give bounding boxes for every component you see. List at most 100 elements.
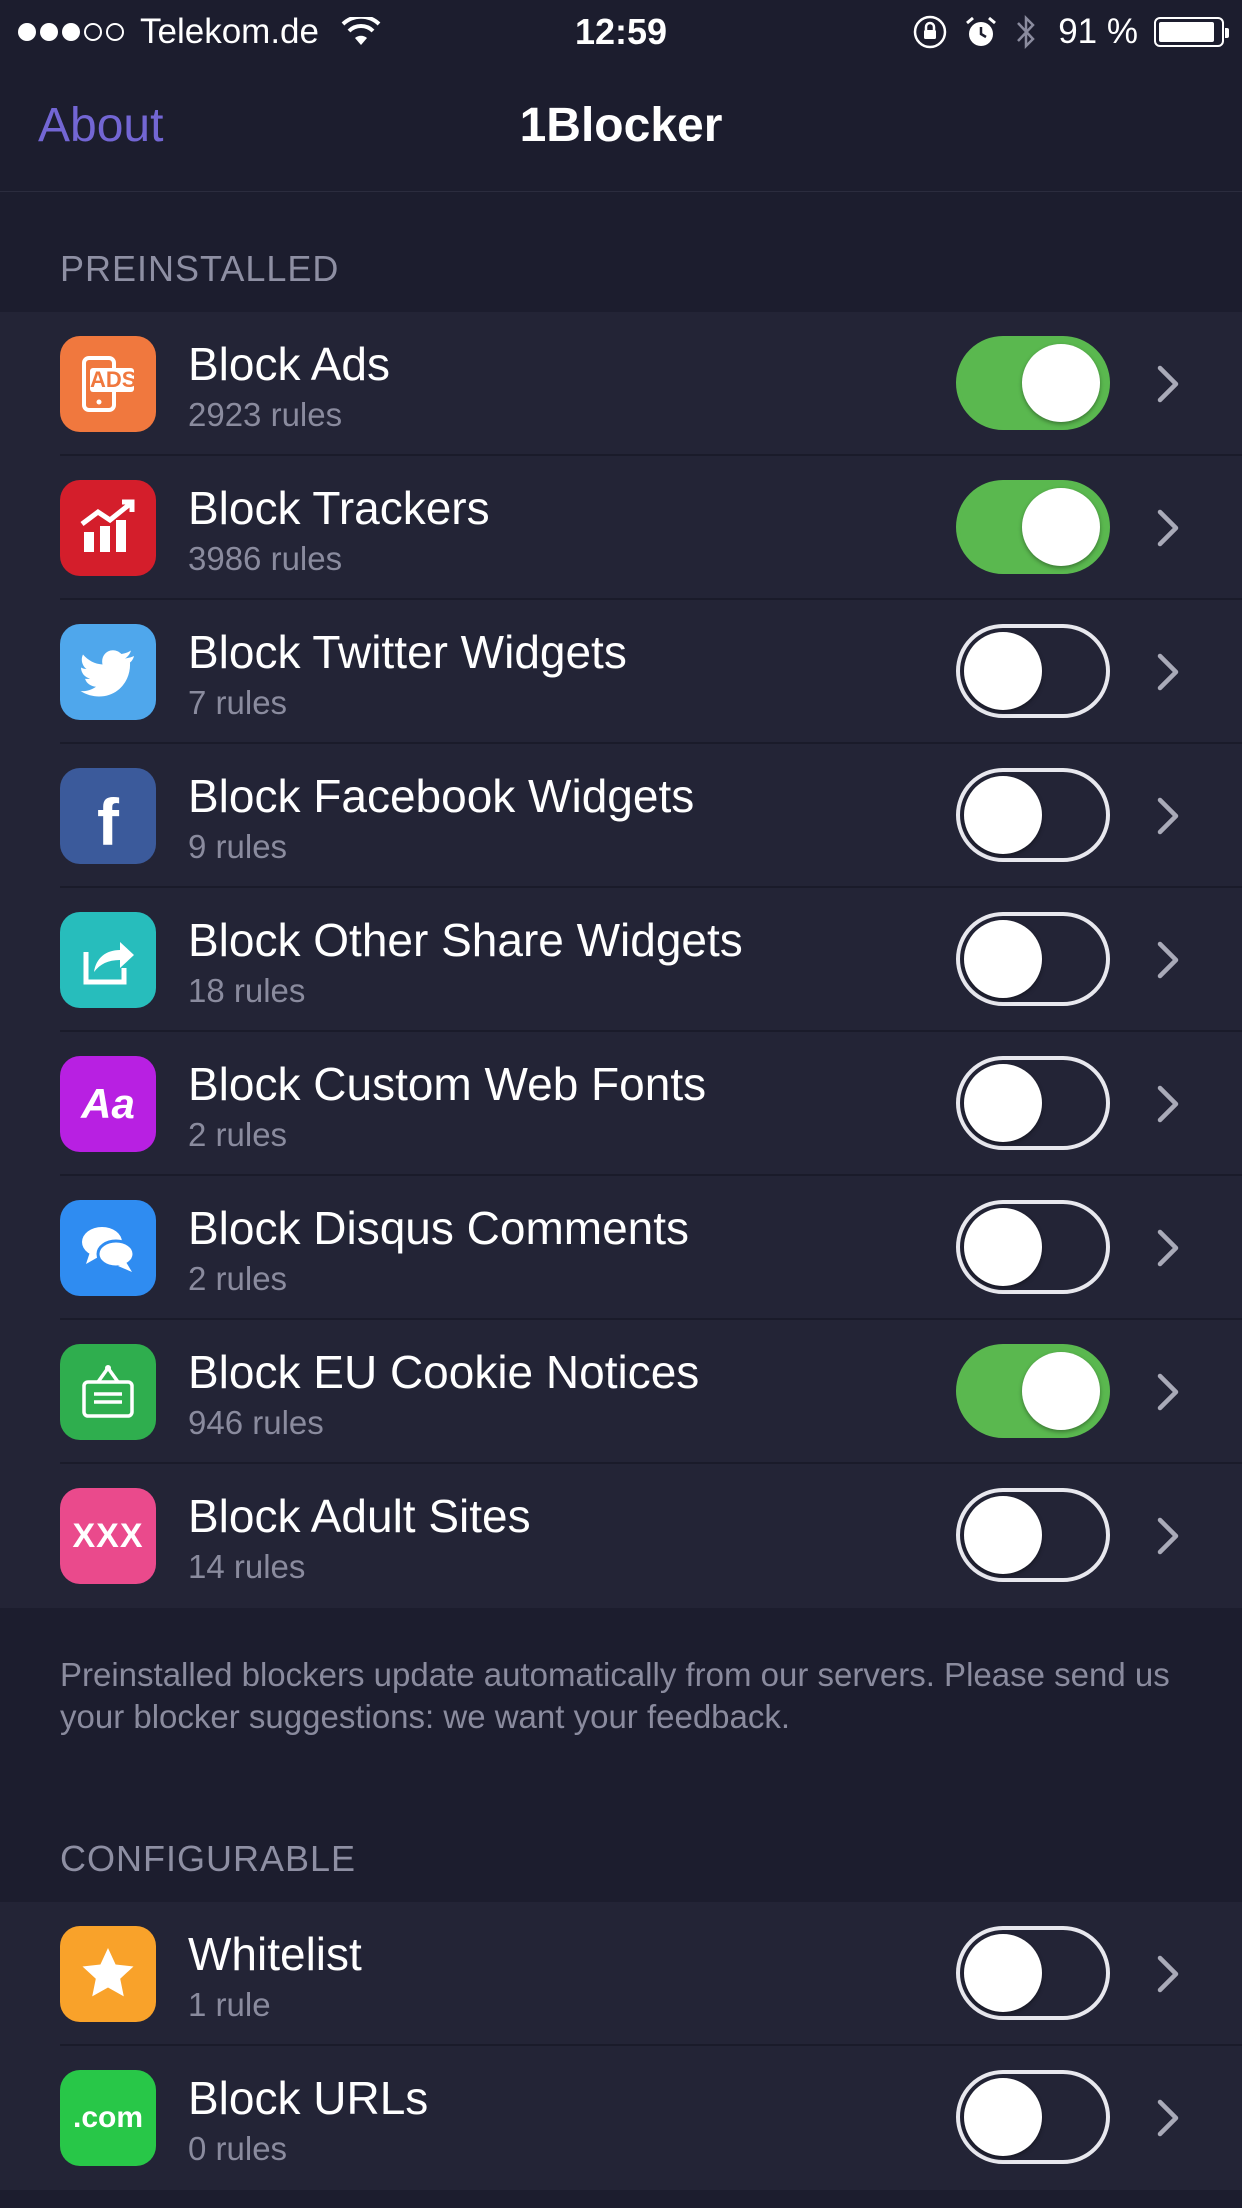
rule-count: 7 rules xyxy=(188,684,288,721)
blocker-title: Block EU Cookie Notices xyxy=(188,1346,700,1398)
share-icon xyxy=(60,912,156,1008)
enable-toggle[interactable] xyxy=(956,1200,1110,1294)
icon-label: .com xyxy=(72,2101,144,2134)
blocker-title: Block URLs xyxy=(188,2072,429,2124)
enable-toggle[interactable] xyxy=(956,480,1110,574)
blocker-row[interactable]: Block Other Share Widgets 18 rules xyxy=(0,888,1242,1032)
blocker-title: Block Facebook Widgets xyxy=(188,770,695,822)
toggle-knob xyxy=(964,1064,1042,1142)
toggle-knob xyxy=(964,632,1042,710)
blocker-row[interactable]: .com Block URLs 0 rules xyxy=(0,2046,1242,2190)
chevron-right-icon[interactable] xyxy=(1154,650,1184,694)
blocker-row[interactable]: Block Disqus Comments 2 rules xyxy=(0,1176,1242,1320)
icon-label: f xyxy=(97,785,119,859)
enable-toggle[interactable] xyxy=(956,336,1110,430)
toggle-knob xyxy=(1022,1352,1100,1430)
signal-dot-empty xyxy=(106,23,124,41)
chevron-right-icon[interactable] xyxy=(1154,1226,1184,1270)
status-bar: Telekom.de 12:59 91 % xyxy=(0,0,1242,64)
row-text: Block Adult Sites 14 rules xyxy=(188,1490,531,1590)
icon-label: Aa xyxy=(81,1080,135,1127)
rule-count: 2 rules xyxy=(188,1260,288,1297)
chevron-right-icon[interactable] xyxy=(1154,938,1184,982)
enable-toggle[interactable] xyxy=(956,624,1110,718)
blocker-row[interactable]: Block Twitter Widgets 7 rules xyxy=(0,600,1242,744)
star-icon xyxy=(60,1926,156,2022)
battery-percent: 91 % xyxy=(1058,12,1138,51)
chevron-right-icon[interactable] xyxy=(1154,1370,1184,1414)
adult-icon: XXX xyxy=(60,1488,156,1584)
battery-icon xyxy=(1154,17,1229,47)
comments-icon xyxy=(60,1200,156,1296)
chevron-right-icon[interactable] xyxy=(1154,794,1184,838)
row-text: Block Twitter Widgets 7 rules xyxy=(188,626,627,726)
chevron-right-icon[interactable] xyxy=(1154,1082,1184,1126)
facebook-icon: f xyxy=(60,768,156,864)
rule-count: 14 rules xyxy=(188,1548,306,1585)
blocker-row[interactable]: Block EU Cookie Notices 946 rules xyxy=(0,1320,1242,1464)
chevron-right-icon[interactable] xyxy=(1154,2096,1184,2140)
status-left: Telekom.de xyxy=(18,12,381,52)
toggle-knob xyxy=(964,1934,1042,2012)
row-text: Block Trackers 3986 rules xyxy=(188,482,490,582)
toggle-knob xyxy=(1022,344,1100,422)
blocker-title: Whitelist xyxy=(188,1928,362,1980)
enable-toggle[interactable] xyxy=(956,768,1110,862)
navigation-bar: About 1Blocker xyxy=(0,64,1242,192)
cookie-sign-icon xyxy=(60,1344,156,1440)
enable-toggle[interactable] xyxy=(956,1488,1110,1582)
rotation-lock-icon xyxy=(913,15,947,49)
blocker-row[interactable]: XXX Block Adult Sites 14 rules xyxy=(0,1464,1242,1608)
chevron-right-icon[interactable] xyxy=(1154,1952,1184,1996)
twitter-bird-icon xyxy=(60,624,156,720)
blocker-row[interactable]: ADS Block Ads 2923 rules xyxy=(0,312,1242,456)
icon-label: ADS xyxy=(90,367,137,392)
toggle-knob xyxy=(1022,488,1100,566)
icon-label: XXX xyxy=(72,1516,144,1555)
rule-count: 1 rule xyxy=(188,1986,271,2023)
row-text: Block Other Share Widgets 18 rules xyxy=(188,914,743,1014)
ads-icon: ADS xyxy=(60,336,156,432)
signal-dot xyxy=(40,23,58,41)
enable-toggle[interactable] xyxy=(956,1056,1110,1150)
rule-count: 2 rules xyxy=(188,1116,288,1153)
rule-count: 18 rules xyxy=(188,972,306,1009)
enable-toggle[interactable] xyxy=(956,1344,1110,1438)
rule-count: 946 rules xyxy=(188,1404,324,1441)
dotcom-icon: .com xyxy=(60,2070,156,2166)
signal-dot xyxy=(18,23,36,41)
chevron-right-icon[interactable] xyxy=(1154,362,1184,406)
signal-dot xyxy=(62,23,80,41)
signal-dot-empty xyxy=(84,23,102,41)
blocker-title: Block Custom Web Fonts xyxy=(188,1058,707,1110)
enable-toggle[interactable] xyxy=(956,2070,1110,2164)
carrier-name: Telekom.de xyxy=(140,12,319,51)
row-text: Block URLs 0 rules xyxy=(188,2072,428,2172)
screen: Telekom.de 12:59 91 % About 1Blocker PRE… xyxy=(0,0,1242,2208)
blocker-row[interactable]: Whitelist 1 rule xyxy=(0,1902,1242,2046)
chevron-right-icon[interactable] xyxy=(1154,506,1184,550)
toggle-knob xyxy=(964,2078,1042,2156)
blocker-title: Block Other Share Widgets xyxy=(188,914,743,966)
row-text: Whitelist 1 rule xyxy=(188,1928,362,2028)
blocker-row[interactable]: Block Trackers 3986 rules xyxy=(0,456,1242,600)
enable-toggle[interactable] xyxy=(956,1926,1110,2020)
rule-count: 3986 rules xyxy=(188,540,343,577)
blocker-row[interactable]: Aa Block Custom Web Fonts 2 rules xyxy=(0,1032,1242,1176)
toggle-knob xyxy=(964,1208,1042,1286)
signal-strength-icon xyxy=(18,23,124,41)
toggle-knob xyxy=(964,776,1042,854)
blocker-row[interactable]: f Block Facebook Widgets 9 rules xyxy=(0,744,1242,888)
row-text: Block Facebook Widgets 9 rules xyxy=(188,770,694,870)
toggle-knob xyxy=(964,1496,1042,1574)
row-text: Block Disqus Comments 2 rules xyxy=(188,1202,689,1302)
enable-toggle[interactable] xyxy=(956,912,1110,1006)
wifi-icon xyxy=(341,17,381,45)
section-header-preinstalled: PREINSTALLED xyxy=(60,248,340,289)
chevron-right-icon[interactable] xyxy=(1154,1514,1184,1558)
blocker-title: Block Disqus Comments xyxy=(188,1202,690,1254)
blocker-title: Block Ads xyxy=(188,338,390,390)
font-icon: Aa xyxy=(60,1056,156,1152)
row-text: Block EU Cookie Notices 946 rules xyxy=(188,1346,699,1446)
trackers-chart-icon xyxy=(60,480,156,576)
